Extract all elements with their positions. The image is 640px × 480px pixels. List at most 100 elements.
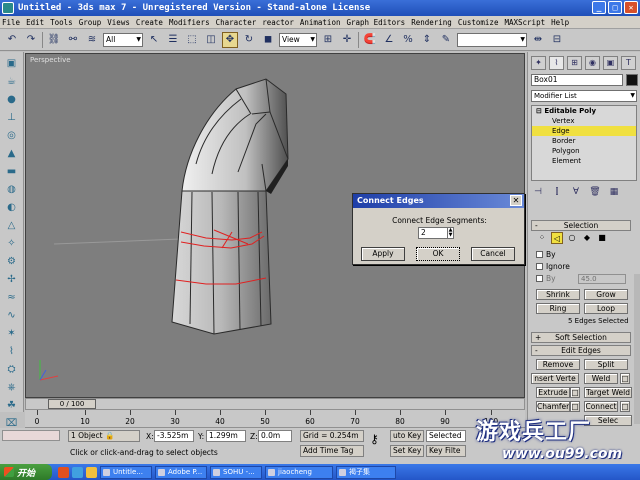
snaps-toggle-icon[interactable]: 🧲 — [362, 32, 378, 48]
y-coordinate-field[interactable]: 1.299m — [206, 430, 246, 442]
soft-selection-rollout[interactable]: Soft Selection — [531, 332, 631, 343]
link-icon[interactable]: ⛓ — [46, 32, 62, 48]
close-button[interactable]: ✕ — [624, 1, 638, 14]
browser-icon[interactable] — [58, 466, 69, 478]
menu-group[interactable]: Group — [79, 18, 102, 27]
reactor-icon[interactable]: ⎈ — [4, 380, 20, 395]
by-vertex-checkbox[interactable]: By — [536, 250, 556, 259]
modifier-icon[interactable]: ⌇ — [4, 344, 20, 359]
taskbar-item-sohu[interactable]: SOHU -... — [210, 465, 262, 479]
menu-file[interactable]: File — [2, 18, 20, 27]
angle-field[interactable]: 45.0 — [578, 274, 626, 284]
menu-maxscript[interactable]: MAXScript — [504, 18, 545, 27]
box-icon[interactable]: ▣ — [4, 56, 20, 71]
menu-tools[interactable]: Tools — [50, 18, 73, 27]
loop-button[interactable]: Loop — [584, 303, 628, 314]
undo-icon[interactable]: ↶ — [4, 32, 20, 48]
pivot-center-icon[interactable]: ⊞ — [320, 32, 336, 48]
display-tab-icon[interactable]: ▣ — [603, 56, 618, 70]
named-selection-icon[interactable]: ✎ — [438, 32, 454, 48]
selection-filter-dropdown[interactable]: All — [103, 32, 143, 47]
taskbar-item-ji[interactable]: 褐子集 — [336, 465, 396, 479]
ie-icon[interactable] — [72, 466, 83, 478]
polygon-mode-icon[interactable]: ◆ — [581, 232, 593, 244]
create-shape-button[interactable]: Selec — [584, 415, 632, 426]
menu-rendering[interactable]: Rendering — [411, 18, 452, 27]
border-mode-icon[interactable]: ○ — [566, 232, 578, 244]
pin-stack-icon[interactable]: ⊣ — [531, 185, 545, 199]
auto-key-button[interactable]: uto Key — [390, 430, 424, 442]
chamfer-settings-icon[interactable]: □ — [570, 401, 580, 412]
stack-item-polygon[interactable]: Polygon — [532, 146, 636, 156]
selected-dropdown[interactable]: Selected — [426, 430, 466, 442]
rectangular-selection-icon[interactable]: ⬚ — [184, 32, 200, 48]
chamfer-button[interactable]: Chamfer — [536, 401, 570, 412]
edit-edges-rollout[interactable]: Edit Edges — [531, 345, 631, 356]
minimize-button[interactable]: _ — [592, 1, 606, 14]
track-bar[interactable]: 0 10 20 30 40 50 60 70 80 90 100 — [25, 410, 525, 428]
align-icon[interactable]: ⊟ — [549, 32, 565, 48]
shrink-button[interactable]: Shrink — [536, 289, 580, 300]
element-mode-icon[interactable]: ■ — [596, 232, 608, 244]
create-tab-icon[interactable]: ✦ — [531, 56, 546, 70]
time-slider-track[interactable]: 0 / 100 — [25, 398, 525, 410]
cone-icon[interactable]: ▲ — [4, 146, 20, 161]
render-icon[interactable]: ☘ — [4, 398, 20, 413]
remove-modifier-icon[interactable]: 🗑 — [588, 185, 602, 199]
make-unique-icon[interactable]: ∀ — [569, 185, 583, 199]
spacewarp-icon[interactable]: ≈ — [4, 290, 20, 305]
bind-space-warp-icon[interactable]: ≋ — [84, 32, 100, 48]
command-panel-scrollbar[interactable] — [634, 274, 640, 424]
mirror-icon[interactable]: ⇹ — [530, 32, 546, 48]
menu-reactor[interactable]: reactor — [262, 18, 294, 27]
extrude-settings-icon[interactable]: □ — [570, 387, 580, 398]
add-time-tag-button[interactable]: Add Time Tag — [300, 445, 364, 457]
time-slider[interactable]: 0 / 100 — [48, 399, 96, 409]
camera-icon[interactable]: ⚙ — [4, 254, 20, 269]
menu-edit[interactable]: Edit — [26, 18, 44, 27]
redo-icon[interactable]: ↷ — [23, 32, 39, 48]
object-name-field[interactable]: Box01 — [531, 74, 623, 86]
show-end-result-icon[interactable]: ⫿ — [550, 185, 564, 199]
unlink-icon[interactable]: ⚯ — [65, 32, 81, 48]
spinner-arrows-icon[interactable]: ▲ ▼ — [447, 228, 453, 238]
utilities-tab-icon[interactable]: T — [621, 56, 636, 70]
cylinder-icon[interactable]: ⊥ — [4, 110, 20, 125]
apply-button[interactable]: Apply — [361, 247, 405, 261]
hierarchy-tab-icon[interactable]: ⊞ — [567, 56, 582, 70]
tube-icon[interactable]: ◐ — [4, 200, 20, 215]
named-selection-sets-dropdown[interactable] — [457, 32, 527, 47]
z-coordinate-field[interactable]: 0.0m — [258, 430, 292, 442]
motion-tab-icon[interactable]: ◉ — [585, 56, 600, 70]
segments-spinner[interactable]: 2 ▲ ▼ — [418, 227, 454, 239]
menu-graph-editors[interactable]: Graph Editors — [346, 18, 405, 27]
vertex-mode-icon[interactable]: ⁘ — [536, 232, 548, 244]
selection-rollout[interactable]: Selection — [531, 220, 631, 231]
split-button[interactable]: Split — [584, 359, 628, 370]
sphere-icon[interactable]: ● — [4, 92, 20, 107]
stack-editable-poly[interactable]: ⊟ Editable Poly — [532, 106, 636, 116]
folder-icon[interactable] — [86, 466, 97, 478]
ok-button[interactable]: OK — [416, 247, 460, 261]
ignore-backfacing-checkbox[interactable]: Ignore — [536, 262, 570, 271]
configure-modifier-sets-icon[interactable]: ▦ — [607, 185, 621, 199]
stack-item-border[interactable]: Border — [532, 136, 636, 146]
segments-value[interactable]: 2 — [421, 228, 426, 237]
insert-vertex-button[interactable]: nsert Verte — [531, 373, 579, 384]
light-icon[interactable]: ✧ — [4, 236, 20, 251]
select-and-rotate-icon[interactable]: ↻ — [241, 32, 257, 48]
select-object-icon[interactable]: ↖ — [146, 32, 162, 48]
start-button[interactable]: 开始 — [0, 464, 52, 480]
stack-item-edge[interactable]: Edge — [532, 126, 636, 136]
dialog-close-icon[interactable]: ✕ — [510, 195, 522, 206]
shape-icon[interactable]: ∿ — [4, 308, 20, 323]
modify-tab-icon[interactable]: ⌇ — [549, 56, 564, 70]
menu-create[interactable]: Create — [136, 18, 163, 27]
object-color-swatch[interactable] — [626, 74, 638, 86]
torus-icon[interactable]: ◎ — [4, 128, 20, 143]
stack-item-element[interactable]: Element — [532, 156, 636, 166]
extrude-button[interactable]: Extrude — [536, 387, 570, 398]
geosphere-icon[interactable]: ◍ — [4, 182, 20, 197]
teapot-icon[interactable]: ☕ — [4, 74, 20, 89]
menu-views[interactable]: Views — [107, 18, 130, 27]
